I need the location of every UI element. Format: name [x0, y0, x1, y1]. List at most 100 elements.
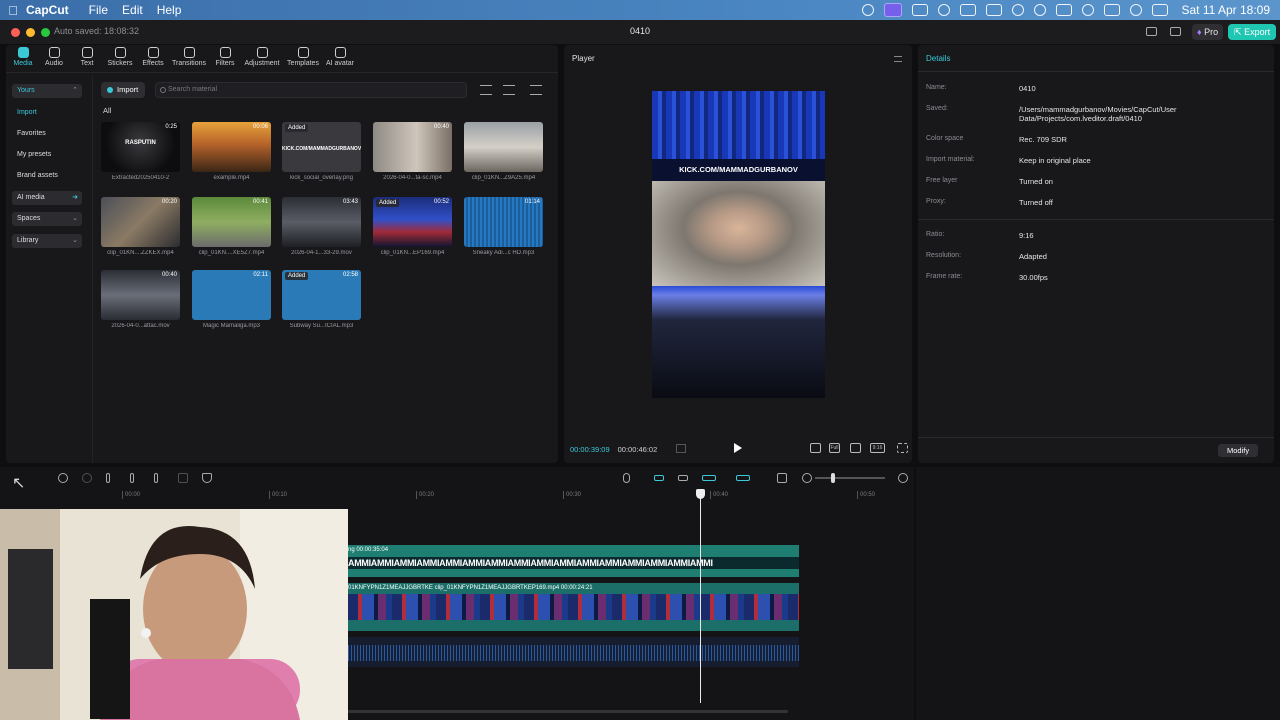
- sidebar-item-yours[interactable]: Yours ⌃: [12, 84, 82, 98]
- zoom-in-icon[interactable]: [898, 473, 908, 483]
- video-clip[interactable]: 01KNFYPN1Z1MEAJJGBRTKE clip_01KNFYPN1Z1M…: [348, 583, 799, 631]
- layout-icon[interactable]: [1146, 27, 1157, 36]
- screen-record-icon[interactable]: [884, 3, 903, 17]
- split-right-icon[interactable]: [154, 473, 158, 483]
- camera-icon[interactable]: [986, 4, 1003, 16]
- media-tile[interactable]: 00:41 clip_01KN....XE5Z7.mp4: [192, 197, 271, 262]
- tab-templates[interactable]: Templates: [286, 47, 320, 67]
- redo-icon[interactable]: [82, 473, 92, 483]
- adjustment-icon: [256, 47, 268, 58]
- tab-audio[interactable]: Audio: [42, 47, 66, 67]
- sidebar-item-favorites[interactable]: Favorites: [12, 127, 82, 141]
- network-icon[interactable]: [1012, 4, 1025, 16]
- media-tile[interactable]: Added 00:52 clip_01KN...EP169.mp4: [373, 197, 452, 262]
- shield-icon[interactable]: [202, 473, 212, 483]
- text-clip[interactable]: ng 00:00:35:04 AMMIAMMIAMMIAMMIAMMIAMMIA…: [348, 545, 799, 577]
- fullscreen-icon[interactable]: [897, 443, 908, 453]
- media-tile[interactable]: Added 02:58 Subway Su...ICIAL.mp3: [282, 270, 361, 335]
- filter-icon[interactable]: [530, 85, 542, 95]
- media-tile[interactable]: 00:40 2026-04-0...ta-sc.mp4: [373, 122, 452, 187]
- sidebar-item-brand-assets[interactable]: Brand assets: [12, 169, 82, 183]
- tab-effects[interactable]: Effects: [140, 47, 166, 67]
- wifi-icon[interactable]: [1082, 4, 1095, 16]
- media-tile[interactable]: 03:43 2026-04-1...33-29.mov: [282, 197, 361, 262]
- shortcut-icon[interactable]: [1170, 27, 1181, 36]
- ratio-button[interactable]: 9:16: [870, 443, 885, 453]
- view-mode-icon[interactable]: [480, 85, 492, 95]
- control-center-icon[interactable]: [1152, 4, 1169, 16]
- media-tile[interactable]: RASPUTIN 0:25 Extracted20250410-2: [101, 122, 180, 187]
- media-tile[interactable]: 00:40 2026-04-0...attac.mov: [101, 270, 180, 335]
- modify-button[interactable]: Modify: [1218, 444, 1259, 457]
- media-tile[interactable]: 00:06 example.mp4: [192, 122, 271, 187]
- input-source-icon[interactable]: [1056, 4, 1073, 16]
- menu-help[interactable]: Help: [157, 3, 182, 17]
- pen-icon[interactable]: [912, 4, 929, 16]
- tab-stickers[interactable]: Stickers: [105, 47, 135, 67]
- sidebar-item-my-presets[interactable]: My presets: [12, 148, 82, 162]
- zoom-slider-handle[interactable]: [831, 473, 835, 483]
- media-tile[interactable]: clip_01KN...Z9A25.mp4: [464, 122, 543, 187]
- import-button[interactable]: Import: [101, 82, 146, 98]
- tab-filters[interactable]: Filters: [213, 47, 237, 67]
- sidebar-item-import[interactable]: Import: [12, 106, 82, 120]
- search-input[interactable]: Search material: [155, 82, 467, 98]
- timecode-list-icon[interactable]: [676, 444, 686, 453]
- spotlight-icon[interactable]: [1130, 4, 1143, 16]
- tab-adjustment[interactable]: Adjustment: [243, 47, 281, 67]
- menu-edit[interactable]: Edit: [122, 3, 143, 17]
- playhead-line[interactable]: [700, 489, 701, 703]
- media-tile[interactable]: 00:20 clip_01KN....ZZKEX.mp4: [101, 197, 180, 262]
- full-quality-button[interactable]: Full: [829, 443, 840, 453]
- pro-button[interactable]: ♦ Pro: [1192, 24, 1224, 40]
- tab-transitions[interactable]: Transitions: [171, 47, 207, 67]
- select-tool-icon[interactable]: ↖: [12, 473, 25, 492]
- media-tile[interactable]: Added KICK.COM/MAMMADGURBANOV kick_social…: [282, 122, 361, 187]
- media-name: kick_social_overlay.png: [290, 175, 353, 181]
- apple-icon[interactable]: : [0, 3, 26, 18]
- export-button[interactable]: ⇱ Export: [1228, 24, 1277, 40]
- duration-badge: 03:43: [342, 199, 358, 205]
- ruler-tick: [857, 491, 858, 499]
- sort-icon[interactable]: [503, 85, 515, 95]
- timeline-scrollbar[interactable]: [348, 710, 788, 713]
- media-tile[interactable]: 02:11 Magic Mamaliga.mp3: [192, 270, 271, 335]
- video-preview[interactable]: KICK.COM/MAMMADGURBANOV: [652, 91, 825, 398]
- split-icon[interactable]: [106, 473, 110, 483]
- media-tile[interactable]: 01:14 Sneaky Adi...c HD.mp3: [464, 197, 543, 262]
- play-status-icon[interactable]: [1034, 4, 1047, 16]
- auto-reframe-icon[interactable]: [736, 475, 750, 481]
- menu-app-name[interactable]: CapCut: [26, 3, 69, 17]
- sidebar-item-ai-media[interactable]: AI media ➜: [12, 191, 82, 205]
- notion-icon[interactable]: [960, 4, 977, 16]
- added-badge: Added: [376, 199, 400, 207]
- screenshot-icon[interactable]: [850, 443, 861, 453]
- player-menu-icon[interactable]: [894, 56, 902, 62]
- menu-clock[interactable]: Sat 11 Apr 18:09: [1181, 3, 1270, 17]
- sidebar-item-library[interactable]: Library ⌄: [12, 234, 82, 248]
- menu-file[interactable]: File: [89, 3, 108, 17]
- zoom-slider[interactable]: [815, 477, 885, 479]
- playhead-handle[interactable]: [696, 489, 705, 499]
- tab-effects-label: Effects: [142, 60, 164, 67]
- battery-icon[interactable]: [1104, 4, 1121, 16]
- zoom-out-icon[interactable]: [802, 473, 812, 483]
- tab-media[interactable]: Media: [11, 47, 35, 67]
- snap-icon[interactable]: [678, 475, 688, 481]
- microphone-icon[interactable]: [623, 473, 630, 483]
- filter-all-label[interactable]: All: [103, 106, 111, 115]
- preview-axis-icon[interactable]: [777, 473, 787, 483]
- record-icon[interactable]: [938, 4, 951, 16]
- audio-clip[interactable]: [348, 637, 799, 667]
- tab-ai-avatar[interactable]: AI avatar: [324, 47, 356, 67]
- magnet-icon[interactable]: [702, 475, 716, 481]
- crop-icon[interactable]: [810, 443, 821, 453]
- play-button[interactable]: [734, 443, 742, 453]
- undo-icon[interactable]: [58, 473, 68, 483]
- split-left-icon[interactable]: [130, 473, 134, 483]
- status-app-icon[interactable]: [862, 4, 875, 16]
- sidebar-item-spaces[interactable]: Spaces ⌄: [12, 212, 82, 226]
- delete-icon[interactable]: [178, 473, 188, 483]
- tab-text[interactable]: Text: [76, 47, 98, 67]
- link-icon[interactable]: [654, 475, 664, 481]
